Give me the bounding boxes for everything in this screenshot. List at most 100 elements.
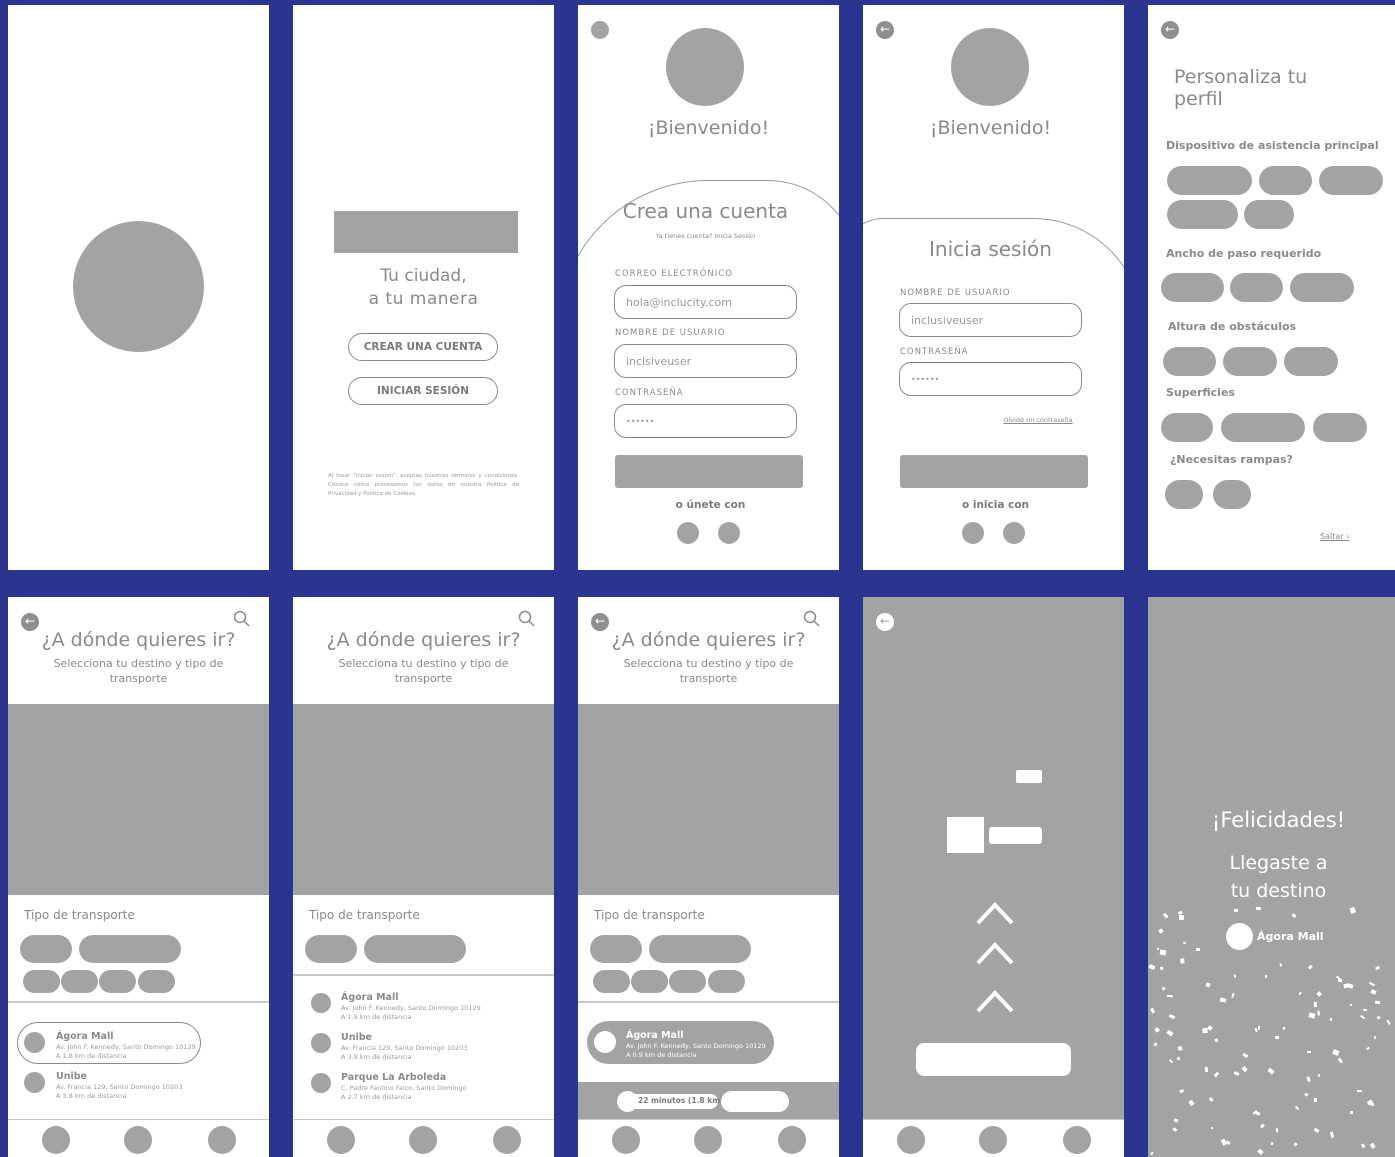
confetti-piece (1295, 1105, 1300, 1110)
social-login-button-2[interactable] (1003, 522, 1025, 544)
transport-option-2[interactable] (649, 935, 751, 963)
ramps-option-1[interactable] (1165, 480, 1203, 509)
transport-option-3[interactable] (23, 970, 60, 993)
destination-name[interactable]: Ágora Mall (341, 992, 398, 1003)
transport-option-4[interactable] (61, 970, 98, 993)
width-option-2[interactable] (1230, 273, 1283, 302)
width-option-1[interactable] (1161, 273, 1224, 302)
back-dot[interactable] (591, 21, 609, 39)
confetti-piece (1356, 1089, 1362, 1092)
welcome-title: ¡Bienvenido! (647, 117, 770, 139)
confetti-piece (1307, 1076, 1312, 1083)
email-field[interactable]: hola@inclucity.com (614, 285, 797, 319)
confetti-piece (1178, 910, 1184, 915)
create-account-button[interactable]: CREAR UNA CUENTA (348, 333, 498, 361)
ramps-option-2[interactable] (1213, 480, 1251, 509)
confetti-piece (1172, 1126, 1178, 1131)
search-icon[interactable] (232, 609, 252, 629)
social-login-button-1[interactable] (677, 522, 699, 544)
confetti-piece (1306, 1050, 1311, 1053)
nav-button-2[interactable] (409, 1126, 437, 1154)
nav-button-1[interactable] (42, 1126, 70, 1154)
back-arrow-icon[interactable]: ← (876, 21, 894, 39)
transport-option-1[interactable] (590, 935, 642, 963)
confetti-piece (1293, 1141, 1299, 1147)
destination-name[interactable]: Unibe (341, 1032, 372, 1043)
destination-distance: A 1.8 km de distancia (341, 1013, 412, 1021)
destination-icon (594, 1031, 616, 1053)
profile-title-line1: Personaliza tu (1174, 66, 1308, 88)
transport-option-1[interactable] (20, 935, 72, 963)
nav-button-3[interactable] (1063, 1126, 1091, 1154)
device-option-3[interactable] (1319, 166, 1383, 195)
device-option-4[interactable] (1167, 200, 1238, 229)
nav-button-3[interactable] (493, 1126, 521, 1154)
transport-option-6[interactable] (708, 970, 745, 993)
confetti-piece (1360, 1143, 1365, 1149)
device-option-2[interactable] (1259, 166, 1312, 195)
confetti-piece (1202, 1027, 1208, 1033)
nav-button-3[interactable] (778, 1126, 806, 1154)
confetti-piece (1304, 1092, 1308, 1097)
transport-option-6[interactable] (138, 970, 175, 993)
instruction-bar[interactable] (916, 1043, 1071, 1076)
social-login-button-2[interactable] (718, 522, 740, 544)
confetti-piece (1154, 1027, 1160, 1034)
password-field[interactable]: •••••• (899, 362, 1082, 396)
transport-option-2[interactable] (79, 935, 181, 963)
nav-button-2[interactable] (694, 1126, 722, 1154)
social-login-button-1[interactable] (962, 522, 984, 544)
surface-option-1[interactable] (1161, 413, 1213, 442)
map-placeholder[interactable] (8, 704, 269, 895)
transport-option-5[interactable] (669, 970, 706, 993)
username-field[interactable]: inclsiveuser (614, 344, 797, 378)
profile-screen: ← Personaliza tu perfil Dispositivo de a… (1148, 5, 1395, 570)
transport-option-2[interactable] (364, 935, 466, 963)
search-title: ¿A dónde quieres ir? (326, 629, 521, 651)
surface-option-2[interactable] (1221, 413, 1305, 442)
nav-button-2[interactable] (124, 1126, 152, 1154)
nav-button-2[interactable] (979, 1126, 1007, 1154)
back-arrow-icon[interactable]: ← (1161, 21, 1179, 39)
confetti-piece (1207, 1025, 1213, 1030)
nav-button-1[interactable] (327, 1126, 355, 1154)
signup-subtitle[interactable]: Ya tienes cuenta? Inicia Sesión (578, 232, 833, 240)
submit-button[interactable] (615, 455, 803, 488)
splash-screen (8, 5, 269, 570)
height-option-1[interactable] (1163, 347, 1216, 376)
username-field[interactable]: inclusiveuser (899, 303, 1082, 337)
height-option-3[interactable] (1284, 347, 1338, 376)
confetti-piece (1232, 974, 1236, 978)
confetti-piece (1166, 1029, 1173, 1037)
search-icon[interactable] (517, 609, 537, 629)
map-placeholder[interactable] (293, 704, 554, 895)
login-button[interactable]: INICIAR SESIÓN (348, 377, 498, 405)
destination-name[interactable]: Parque La Arboleda (341, 1072, 446, 1083)
confetti-piece (1256, 906, 1262, 911)
transport-option-4[interactable] (631, 970, 668, 993)
nav-button-1[interactable] (612, 1126, 640, 1154)
transport-option-3[interactable] (593, 970, 630, 993)
confetti-piece (1231, 992, 1236, 999)
search-icon[interactable] (802, 609, 822, 629)
destination-name[interactable]: Unibe (56, 1071, 87, 1082)
password-field[interactable]: •••••• (614, 404, 797, 438)
width-option-3[interactable] (1290, 273, 1354, 302)
confetti-piece (1362, 1008, 1368, 1012)
transport-option-5[interactable] (99, 970, 136, 993)
skip-link[interactable]: Saltar › (1320, 532, 1349, 541)
confetti-piece (1314, 1097, 1318, 1103)
nav-button-3[interactable] (208, 1126, 236, 1154)
transport-option-1[interactable] (305, 935, 357, 963)
confetti-piece (1298, 991, 1303, 996)
forgot-password-link[interactable]: Olvidé mi contraseña (998, 416, 1078, 424)
submit-button[interactable] (900, 455, 1088, 488)
device-option-1[interactable] (1167, 166, 1252, 195)
surface-option-3[interactable] (1313, 413, 1367, 442)
device-option-5[interactable] (1244, 200, 1294, 229)
height-option-2[interactable] (1223, 347, 1277, 376)
nav-button-1[interactable] (897, 1126, 925, 1154)
back-arrow-icon[interactable]: ← (876, 613, 894, 631)
start-route-button[interactable] (721, 1091, 789, 1112)
map-placeholder[interactable] (578, 704, 839, 895)
